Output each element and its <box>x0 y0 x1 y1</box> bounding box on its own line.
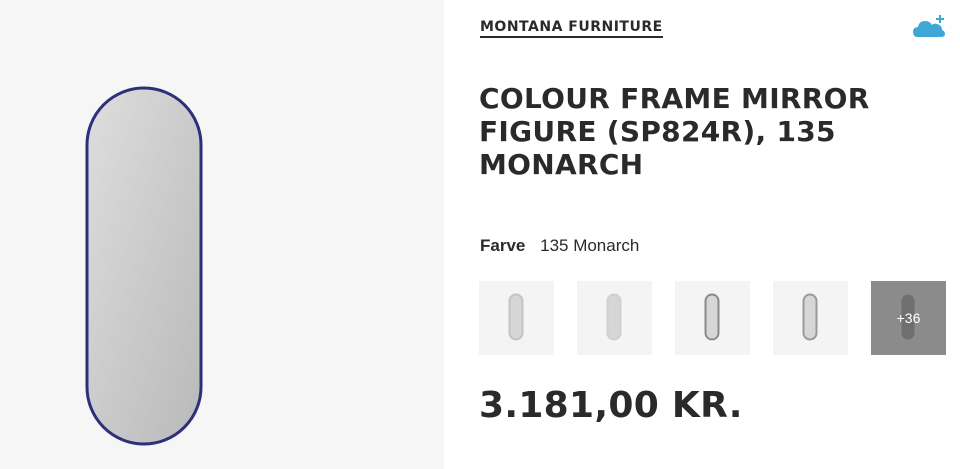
color-swatch[interactable] <box>479 281 554 355</box>
product-title: COLOUR FRAME MIRROR FIGURE (SP824R), 135… <box>479 82 870 181</box>
mirror-thumbnail <box>508 293 524 341</box>
color-swatch[interactable] <box>773 281 848 355</box>
product-price: 3.181,00 KR. <box>479 385 743 426</box>
more-swatches-button[interactable]: +36 <box>871 281 946 355</box>
color-label: Farve <box>480 236 526 255</box>
color-selector-row: Farve 135 Monarch <box>480 236 639 256</box>
mirror-thumbnail <box>606 293 622 341</box>
color-swatch[interactable] <box>577 281 652 355</box>
mirror-thumbnail <box>802 293 818 341</box>
color-swatch[interactable] <box>675 281 750 355</box>
mirror-image <box>85 86 203 446</box>
cloud-plus-icon[interactable] <box>912 14 946 40</box>
more-swatches-count: +36 <box>896 310 921 326</box>
mirror-thumbnail <box>704 293 720 341</box>
color-value: 135 Monarch <box>540 236 640 255</box>
brand-link[interactable]: MONTANA FURNITURE <box>480 19 663 38</box>
product-image-panel <box>0 0 444 469</box>
